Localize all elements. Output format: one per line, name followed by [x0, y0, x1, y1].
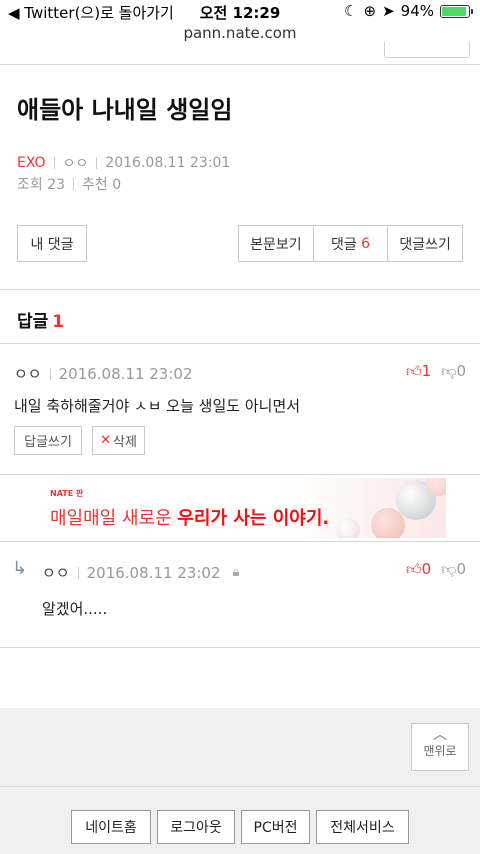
- location-arrow-icon: ➤: [382, 2, 395, 20]
- post-action-buttons: 본문보기 댓글 6 댓글쓰기: [238, 225, 463, 262]
- reply-arrow-icon: ↳: [12, 558, 28, 579]
- chevron-up-icon: ︿: [433, 727, 447, 743]
- nate-home-button[interactable]: 네이트홈: [71, 810, 151, 844]
- ad-text: 매일매일 새로운 우리가 사는 이야기.: [50, 508, 330, 529]
- comment-votes: 👍︎1 👎︎0: [406, 362, 466, 381]
- replies-count: 1: [52, 312, 65, 332]
- reply-text: 알겠어.....: [42, 600, 108, 618]
- comments-count: 6: [361, 235, 371, 252]
- thumbs-down-button[interactable]: 👎︎0: [441, 560, 466, 579]
- delete-button[interactable]: ✕ 삭제: [92, 426, 145, 455]
- post-date: 2016.08.11 23:01: [105, 155, 231, 171]
- top-nav-button[interactable]: [384, 42, 470, 58]
- post-category-link[interactable]: EXO: [17, 155, 46, 171]
- reply-write-button[interactable]: 답글쓰기: [14, 426, 82, 455]
- post-author: ㅇㅇ: [62, 156, 89, 172]
- lock-icon: 🔒︎: [232, 565, 240, 580]
- logout-button[interactable]: 로그아웃: [157, 810, 235, 844]
- post-meta: EXO ㅇㅇ 2016.08.11 23:01: [17, 153, 230, 173]
- lock-rotation-icon: ⊕: [363, 2, 377, 20]
- comment-meta: ㅇㅇ 2016.08.11 23:02: [14, 363, 193, 384]
- url-bar[interactable]: pann.nate.com: [0, 24, 480, 42]
- post-recommend: 추천 0: [82, 177, 122, 193]
- moon-icon: ☾: [344, 2, 358, 20]
- reply-meta: ㅇㅇ 2016.08.11 23:02 🔒︎: [42, 562, 239, 583]
- post-title: 애들아 나내일 생일임: [17, 96, 233, 124]
- thumbs-up-icon: 👍︎: [405, 560, 422, 578]
- all-services-button[interactable]: 전체서비스: [316, 810, 409, 844]
- ad-banner[interactable]: NATE 판 매일매일 새로운 우리가 사는 이야기.: [36, 478, 446, 538]
- reply-votes: 👍︎0 👎︎0: [406, 560, 466, 579]
- comment-author: ㅇㅇ: [14, 365, 42, 383]
- comment-date: 2016.08.11 23:02: [58, 364, 193, 383]
- view-body-button[interactable]: 본문보기: [239, 226, 314, 261]
- my-comments-button[interactable]: 내 댓글: [17, 225, 87, 262]
- thumbs-down-button[interactable]: 👎︎0: [441, 362, 466, 381]
- thumbs-up-button[interactable]: 👍︎0: [406, 560, 431, 579]
- post-views: 조회 23: [17, 177, 66, 193]
- post-stats: 조회 23 추천 0: [17, 174, 121, 194]
- status-bar: ◀ Twitter(으)로 돌아가기 오전 12:29 ☾ ⊕ ➤ 94%: [0, 0, 480, 22]
- reply-date: 2016.08.11 23:02: [86, 563, 221, 582]
- battery-icon: [440, 4, 473, 18]
- replies-header: 답글 1: [17, 312, 65, 332]
- thumbs-down-icon: 👎︎: [441, 560, 457, 578]
- write-comment-button[interactable]: 댓글쓰기: [388, 226, 462, 261]
- thumbs-up-button[interactable]: 👍︎1: [406, 362, 431, 381]
- comments-button[interactable]: 댓글 6: [314, 226, 389, 261]
- comment-text: 내일 축하해줄거야 ㅅㅂ 오늘 생일도 아니면서: [14, 397, 301, 415]
- close-icon: ✕: [100, 433, 111, 448]
- reply-author: ㅇㅇ: [42, 564, 70, 582]
- thumbs-down-icon: 👎︎: [441, 362, 457, 380]
- pc-version-button[interactable]: PC버전: [241, 810, 310, 844]
- battery-percent: 94%: [400, 2, 434, 20]
- ad-brand: NATE 판: [50, 489, 84, 498]
- scroll-to-top-button[interactable]: ︿ 맨위로: [411, 723, 469, 771]
- thumbs-up-icon: 👍︎: [405, 362, 422, 380]
